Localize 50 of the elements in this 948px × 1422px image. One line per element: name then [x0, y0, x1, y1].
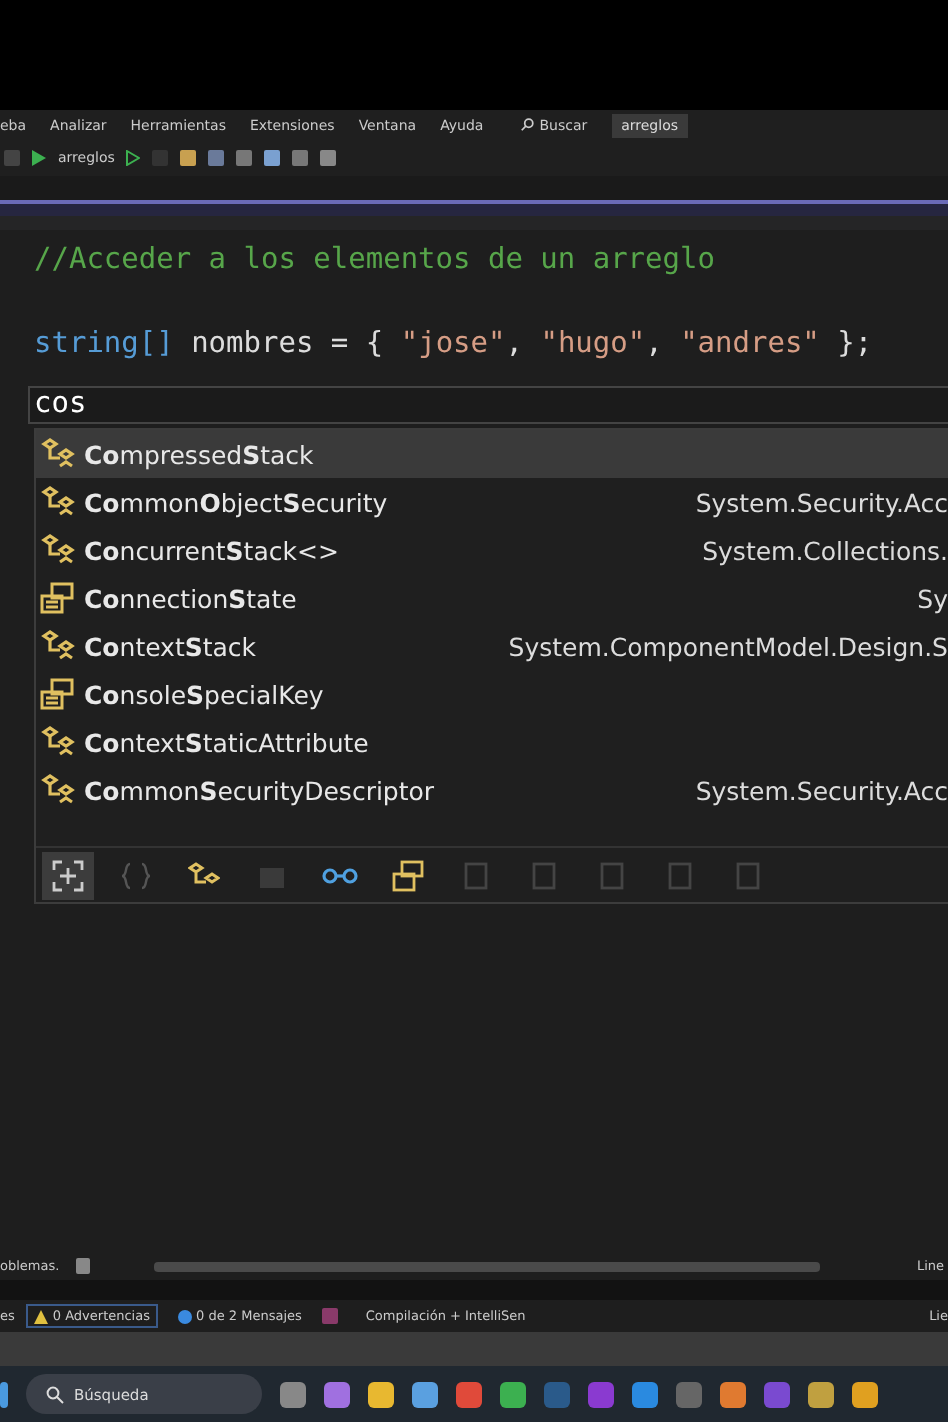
- completion-label: CommonSecurityDescriptor: [84, 775, 437, 805]
- completion-label: CommonObjectSecurity: [84, 487, 390, 517]
- code-comment: //Acceder a los elementos de un arreglo: [34, 244, 715, 276]
- code-string: "hugo": [540, 328, 646, 360]
- code-string: "andres": [680, 328, 820, 360]
- code-identifier: nombres: [191, 328, 314, 360]
- completion-item[interactable]: ContextStack System.ComponentModel.Design.S: [36, 622, 948, 670]
- namespace-text: System.ComponentModel.Design.S: [508, 631, 948, 661]
- completion-item[interactable]: ConsoleSpecialKey: [36, 670, 948, 718]
- completion-label: CompressedStack: [84, 439, 316, 469]
- completion-label: ConnectionState: [84, 583, 299, 613]
- completion-item[interactable]: CommonSecurityDescriptor System.Security.Acc: [36, 766, 948, 814]
- class-icon: [40, 486, 76, 518]
- namespace-text: System.Security.Acc: [695, 775, 948, 805]
- class-icon: [40, 774, 76, 806]
- completion-item[interactable]: ContextStaticAttribute: [36, 718, 948, 766]
- code-punctuation: =: [330, 328, 349, 360]
- play-outline-icon[interactable]: [126, 150, 141, 166]
- search-icon: [519, 118, 534, 132]
- scrollbar[interactable]: [153, 1261, 821, 1271]
- snippet-icon[interactable]: [42, 851, 94, 899]
- code-comma: ,: [505, 328, 523, 360]
- code-punctuation: {: [365, 328, 384, 360]
- code-type: string[]: [34, 328, 174, 360]
- completion-label: ContextStack: [84, 631, 259, 661]
- class-icon: [40, 438, 76, 470]
- start-icon[interactable]: [0, 1381, 8, 1407]
- info-icon: [178, 1309, 192, 1323]
- input-field[interactable]: cos: [28, 386, 948, 424]
- code-punctuation: };: [837, 328, 873, 360]
- enum-icon: [40, 678, 76, 710]
- completion-item[interactable]: CompressedStack: [36, 430, 948, 478]
- completion-item[interactable]: ConnectionState Sy: [36, 574, 948, 622]
- code-comma: ,: [645, 328, 663, 360]
- namespace-text: System.Security.Acc: [695, 487, 948, 517]
- namespace-text: System.Collections.: [702, 535, 948, 565]
- completion-label: ConcurrentStack<>: [84, 535, 341, 565]
- completion-label: ContextStaticAttribute: [84, 727, 371, 757]
- class-icon: [40, 726, 76, 758]
- code-string: "jose": [400, 328, 506, 360]
- completion-label: ConsoleSpecialKey: [84, 679, 326, 709]
- warning-icon: [34, 1309, 49, 1323]
- completion-item[interactable]: ConcurrentStack<> System.Collections.: [36, 526, 948, 574]
- completion-item[interactable]: CommonObjectSecurity System.Security.Acc: [36, 478, 948, 526]
- enum-icon: [40, 582, 76, 614]
- play-icon[interactable]: [32, 150, 46, 166]
- class-icon: [40, 534, 76, 566]
- namespace-text: Sy: [917, 583, 948, 613]
- search-icon: [46, 1385, 64, 1403]
- class-icon: [40, 630, 76, 662]
